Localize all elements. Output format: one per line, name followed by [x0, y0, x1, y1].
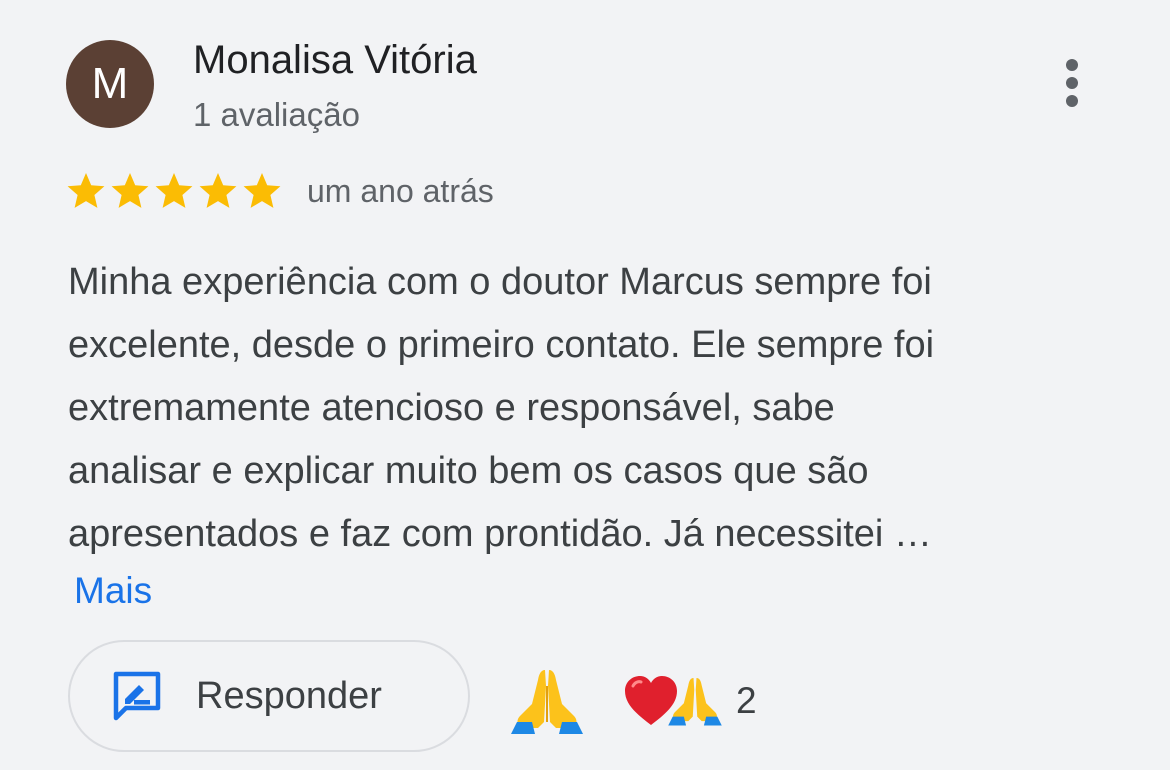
- folded-hands-icon: [511, 670, 583, 734]
- review-date: um ano atrás: [307, 172, 494, 209]
- review-text: Minha experiência com o doutor Marcus se…: [68, 251, 1148, 566]
- more-vert-icon: [1066, 59, 1078, 107]
- reaction-summary[interactable]: 2: [622, 666, 757, 736]
- more-options-button[interactable]: [1052, 56, 1092, 116]
- author-name[interactable]: Monalisa Vitória: [193, 38, 477, 83]
- avatar[interactable]: M: [66, 40, 154, 128]
- review-text-line: excelente, desde o primeiro contato. Ele…: [68, 324, 935, 366]
- star-icon: [198, 171, 238, 211]
- author-review-count: 1 avaliação: [193, 96, 360, 133]
- star-icon: [242, 171, 282, 211]
- add-reaction-button[interactable]: [508, 666, 586, 736]
- reply-label: Responder: [196, 674, 382, 717]
- star-icon: [154, 171, 194, 211]
- rating-row: um ano atrás: [66, 170, 494, 212]
- rate-review-icon: [112, 670, 162, 722]
- review-text-line: extremamente atencioso e responsável, sa…: [68, 387, 835, 429]
- folded-hands-icon: [668, 677, 722, 726]
- star-icon: [110, 171, 150, 211]
- review-text-line: Minha experiência com o doutor Marcus se…: [68, 261, 932, 303]
- reaction-count: 2: [736, 680, 757, 721]
- star-rating: [66, 171, 286, 211]
- more-link[interactable]: Mais: [74, 570, 152, 612]
- reply-button[interactable]: Responder: [68, 640, 470, 752]
- review-text-line: analisar e explicar muito bem os casos q…: [68, 450, 869, 492]
- review-card: M Monalisa Vitória 1 avaliação um ano at…: [0, 0, 1170, 770]
- review-text-line: apresentados e faz com prontidão. Já nec…: [68, 513, 932, 555]
- star-icon: [66, 171, 106, 211]
